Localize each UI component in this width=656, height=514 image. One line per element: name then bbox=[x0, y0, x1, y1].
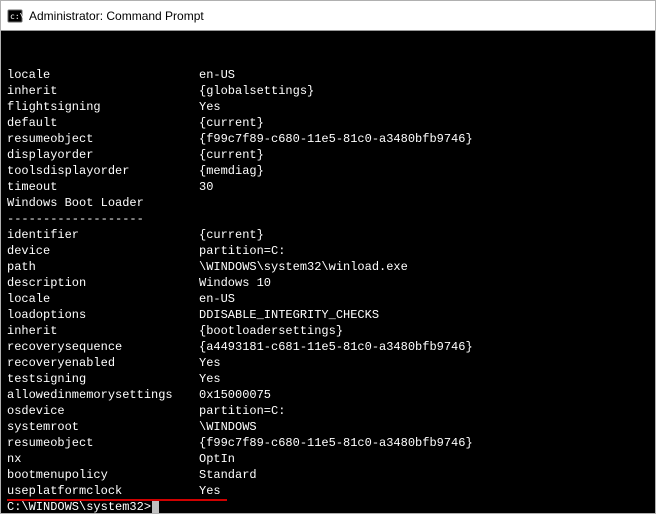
output-key: path bbox=[7, 259, 199, 275]
output-value: {f99c7f89-c680-11e5-81c0-a3480bfb9746} bbox=[199, 131, 649, 147]
output-key: description bbox=[7, 275, 199, 291]
output-line-s2-0: identifier{current} bbox=[7, 227, 649, 243]
output-value: {globalsettings} bbox=[199, 83, 649, 99]
output-value: Standard bbox=[199, 467, 649, 483]
output-key: default bbox=[7, 115, 199, 131]
output-line-s2-1: devicepartition=C: bbox=[7, 243, 649, 259]
output-value: \WINDOWS bbox=[199, 419, 649, 435]
output-value: {memdiag} bbox=[199, 163, 649, 179]
output-line-s2-12: systemroot\WINDOWS bbox=[7, 419, 649, 435]
output-key: flightsigning bbox=[7, 99, 199, 115]
output-line-s2-13: resumeobject{f99c7f89-c680-11e5-81c0-a34… bbox=[7, 435, 649, 451]
command-prompt-window: c:\ Administrator: Command Prompt locale… bbox=[0, 0, 656, 514]
output-key: resumeobject bbox=[7, 131, 199, 147]
output-key: inherit bbox=[7, 323, 199, 339]
output-value: partition=C: bbox=[199, 243, 649, 259]
output-key: identifier bbox=[7, 227, 199, 243]
output-line-s2-3: descriptionWindows 10 bbox=[7, 275, 649, 291]
output-key: timeout bbox=[7, 179, 199, 195]
output-line-s1-3: default{current} bbox=[7, 115, 649, 131]
output-key: resumeobject bbox=[7, 435, 199, 451]
output-value: partition=C: bbox=[199, 403, 649, 419]
output-line-s1-1: inherit{globalsettings} bbox=[7, 83, 649, 99]
output-value: {f99c7f89-c680-11e5-81c0-a3480bfb9746} bbox=[199, 435, 649, 451]
highlight-underline bbox=[7, 499, 227, 501]
output-key: displayorder bbox=[7, 147, 199, 163]
output-line-s1-2: flightsigningYes bbox=[7, 99, 649, 115]
output-line-s2-5: loadoptionsDDISABLE_INTEGRITY_CHECKS bbox=[7, 307, 649, 323]
output-line-s2-4: localeen-US bbox=[7, 291, 649, 307]
output-line-s1-7: timeout30 bbox=[7, 179, 649, 195]
output-value: {current} bbox=[199, 115, 649, 131]
output-key: loadoptions bbox=[7, 307, 199, 323]
output-value: Yes bbox=[199, 355, 649, 371]
cmd-icon: c:\ bbox=[7, 8, 23, 24]
terminal-area[interactable]: localeen-USinherit{globalsettings}flight… bbox=[1, 31, 655, 513]
output-key: locale bbox=[7, 291, 199, 307]
output-value: 30 bbox=[199, 179, 649, 195]
cursor bbox=[152, 500, 159, 513]
output-key: recoveryenabled bbox=[7, 355, 199, 371]
prompt-line[interactable]: C:\WINDOWS\system32> bbox=[7, 499, 649, 513]
output-value: {current} bbox=[199, 147, 649, 163]
output-key: useplatformclock bbox=[7, 483, 199, 499]
output-key: device bbox=[7, 243, 199, 259]
output-value: en-US bbox=[199, 291, 649, 307]
output-key: systemroot bbox=[7, 419, 199, 435]
output-value: Yes bbox=[199, 99, 649, 115]
output-line-s2-10: allowedinmemorysettings0x15000075 bbox=[7, 387, 649, 403]
output-line-s2-2: path\WINDOWS\system32\winload.exe bbox=[7, 259, 649, 275]
output-value: en-US bbox=[199, 67, 649, 83]
output-value: {bootloadersettings} bbox=[199, 323, 649, 339]
output-line-s2-7: recoverysequence{a4493181-c681-11e5-81c0… bbox=[7, 339, 649, 355]
output-line-s2-11: osdevicepartition=C: bbox=[7, 403, 649, 419]
output-value: Windows 10 bbox=[199, 275, 649, 291]
title-bar[interactable]: c:\ Administrator: Command Prompt bbox=[1, 1, 655, 31]
output-line-s2-8: recoveryenabledYes bbox=[7, 355, 649, 371]
boot-loader-divider: ------------------- bbox=[7, 211, 649, 227]
output-key: nx bbox=[7, 451, 199, 467]
output-value: \WINDOWS\system32\winload.exe bbox=[199, 259, 649, 275]
svg-text:c:\: c:\ bbox=[10, 12, 23, 21]
output-value: {current} bbox=[199, 227, 649, 243]
prompt-text: C:\WINDOWS\system32> bbox=[7, 500, 151, 513]
boot-loader-header: Windows Boot Loader bbox=[7, 195, 649, 211]
output-key: bootmenupolicy bbox=[7, 467, 199, 483]
output-value: 0x15000075 bbox=[199, 387, 649, 403]
output-key: testsigning bbox=[7, 371, 199, 387]
output-line-s1-0: localeen-US bbox=[7, 67, 649, 83]
output-value: Yes bbox=[199, 483, 649, 499]
output-value: DDISABLE_INTEGRITY_CHECKS bbox=[199, 307, 649, 323]
output-value: OptIn bbox=[199, 451, 649, 467]
output-line-s1-4: resumeobject{f99c7f89-c680-11e5-81c0-a34… bbox=[7, 131, 649, 147]
output-line-s2-14: nxOptIn bbox=[7, 451, 649, 467]
window-title: Administrator: Command Prompt bbox=[29, 9, 204, 23]
output-line-s2-15: bootmenupolicyStandard bbox=[7, 467, 649, 483]
output-key: allowedinmemorysettings bbox=[7, 387, 199, 403]
output-value: {a4493181-c681-11e5-81c0-a3480bfb9746} bbox=[199, 339, 649, 355]
output-line-s2-9: testsigningYes bbox=[7, 371, 649, 387]
output-line-s2-6: inherit{bootloadersettings} bbox=[7, 323, 649, 339]
output-key: locale bbox=[7, 67, 199, 83]
output-key: toolsdisplayorder bbox=[7, 163, 199, 179]
output-line-s2-16: useplatformclockYes bbox=[7, 483, 649, 499]
output-key: inherit bbox=[7, 83, 199, 99]
output-line-s1-5: displayorder{current} bbox=[7, 147, 649, 163]
output-value: Yes bbox=[199, 371, 649, 387]
output-line-s1-6: toolsdisplayorder{memdiag} bbox=[7, 163, 649, 179]
output-key: osdevice bbox=[7, 403, 199, 419]
output-key: recoverysequence bbox=[7, 339, 199, 355]
